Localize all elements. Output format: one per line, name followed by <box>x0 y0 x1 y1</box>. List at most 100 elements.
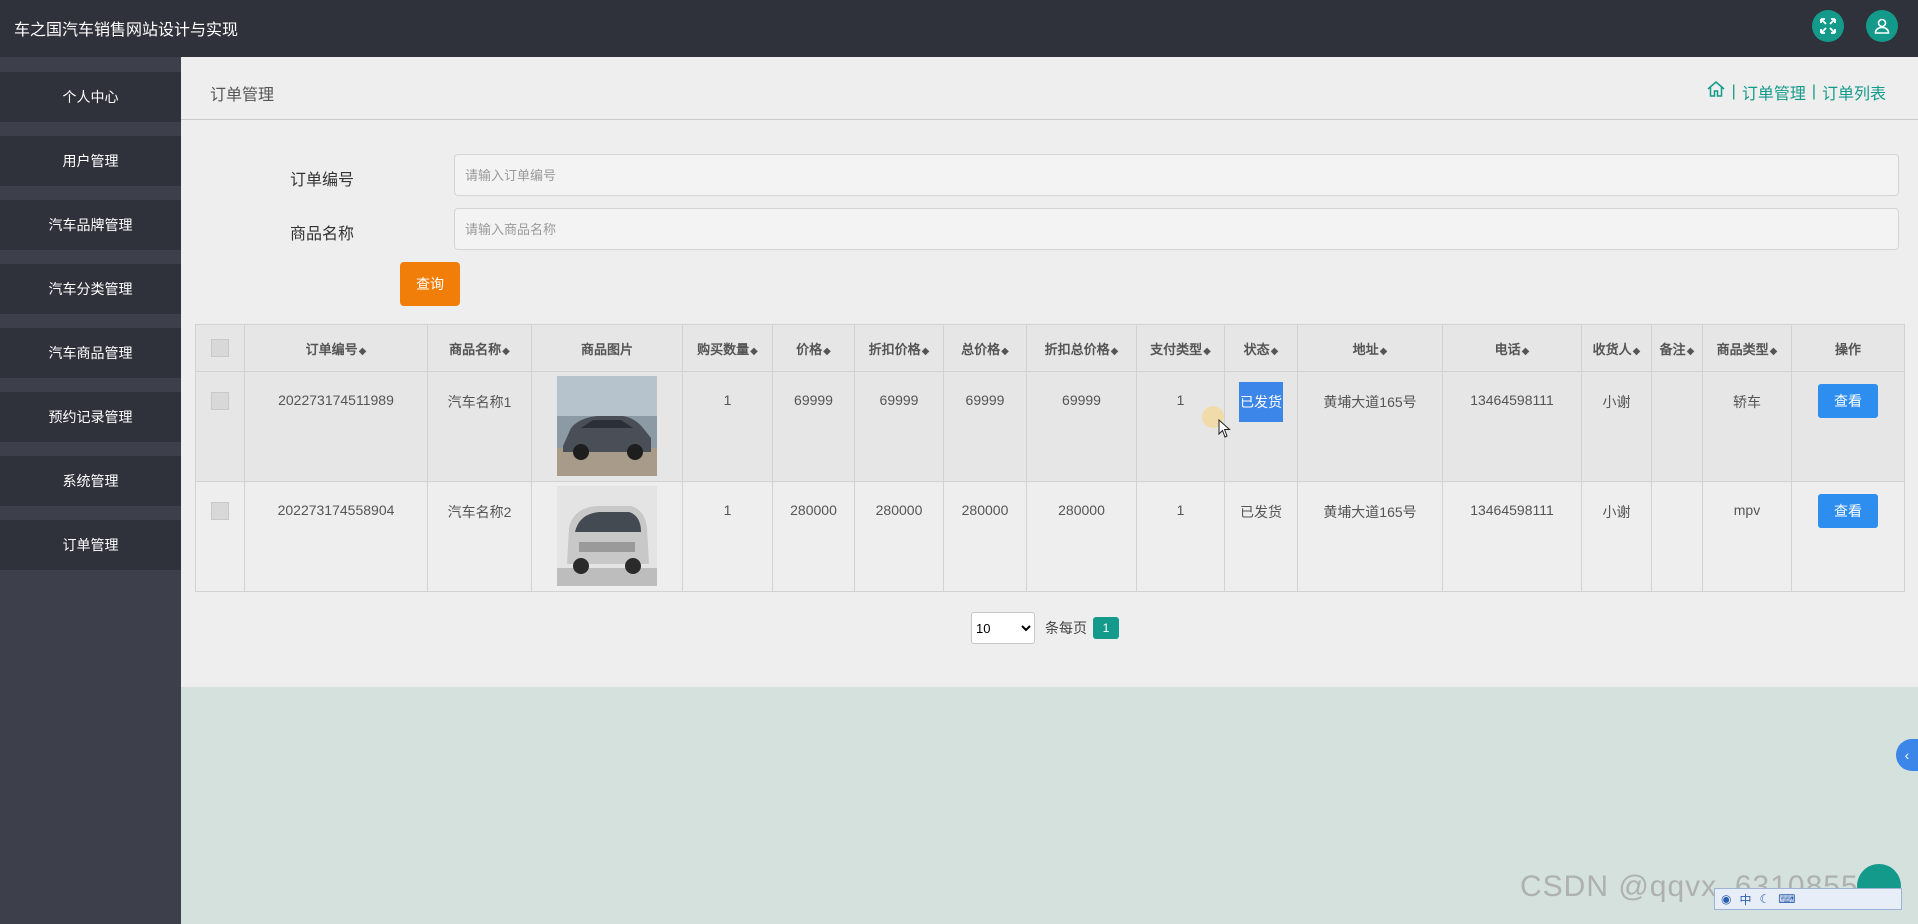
quantity-cell: 1 <box>682 371 773 482</box>
product-name-input[interactable] <box>454 208 1899 250</box>
sort-icon: ◆ <box>921 345 930 357</box>
column-header-qty[interactable]: 购买数量◆ <box>682 324 773 372</box>
per-page-label: 条每页 <box>1045 620 1087 636</box>
table-header-row: 订单编号◆ 商品名称◆ 商品图片 购买数量◆ 价格◆ 折扣价格◆ 总价格◆ 折扣… <box>195 324 1905 372</box>
product-image-cell <box>531 481 683 592</box>
total-price-cell: 280000 <box>943 481 1027 592</box>
view-button[interactable]: 查看 <box>1818 494 1878 528</box>
column-header-discount-total[interactable]: 折扣总价格◆ <box>1026 324 1137 372</box>
ime-moon-icon: ☾ <box>1759 892 1771 906</box>
column-header-phone[interactable]: 电话◆ <box>1442 324 1582 372</box>
column-header-order-no[interactable]: 订单编号◆ <box>244 324 428 372</box>
top-bar: 车之国汽车销售网站设计与实现 <box>0 0 1918 57</box>
sidebar: 个人中心 用户管理 汽车品牌管理 汽车分类管理 汽车商品管理 预约记录管理 系统… <box>0 57 181 924</box>
product-name-label: 商品名称 <box>290 226 355 243</box>
page-button-current[interactable]: 1 <box>1093 617 1119 639</box>
column-header-pay-type[interactable]: 支付类型◆ <box>1136 324 1225 372</box>
page-size-select[interactable]: 10 <box>971 612 1035 644</box>
app-title: 车之国汽车销售网站设计与实现 <box>14 22 239 39</box>
order-number-label: 订单编号 <box>290 172 355 189</box>
order-number-cell: 202273174511989 <box>244 371 428 482</box>
price-cell: 280000 <box>772 481 855 592</box>
pay-type-cell: 1 <box>1136 481 1225 592</box>
sort-icon: ◆ <box>1379 345 1388 357</box>
column-header-action: 操作 <box>1791 324 1905 372</box>
column-header-type[interactable]: 商品类型◆ <box>1702 324 1792 372</box>
sidebar-item-system[interactable]: 系统管理 <box>0 456 181 506</box>
user-icon[interactable] <box>1866 10 1898 42</box>
row-checkbox[interactable] <box>211 392 229 410</box>
note-cell <box>1651 371 1703 482</box>
ime-logo-icon: ◉ <box>1721 892 1732 906</box>
column-header-discount-price[interactable]: 折扣价格◆ <box>854 324 944 372</box>
address-cell: 黄埔大道165号 <box>1297 371 1443 482</box>
sidebar-item-label: 汽车商品管理 <box>48 345 133 361</box>
sort-icon: ◆ <box>1769 345 1778 357</box>
column-header-image: 商品图片 <box>531 324 683 372</box>
phone-cell: 13464598111 <box>1442 371 1582 482</box>
query-button[interactable]: 查询 <box>400 262 460 306</box>
car-mpv-image <box>557 486 657 586</box>
view-button[interactable]: 查看 <box>1818 384 1878 418</box>
discount-price-cell: 280000 <box>854 481 944 592</box>
price-cell: 69999 <box>772 371 855 482</box>
breadcrumb-item-orders[interactable]: 订单管理 <box>1742 80 1806 104</box>
column-header-total[interactable]: 总价格◆ <box>943 324 1027 372</box>
fullscreen-icon[interactable] <box>1812 10 1844 42</box>
sidebar-item-label: 系统管理 <box>62 473 119 489</box>
column-header-receiver[interactable]: 收货人◆ <box>1581 324 1652 372</box>
column-header-note[interactable]: 备注◆ <box>1651 324 1703 372</box>
quantity-cell: 1 <box>682 481 773 592</box>
content-panel: 订单管理 | 订单管理 | 订单列表 订单编号 商品名称 查询 <box>181 57 1918 687</box>
order-number-cell: 202273174558904 <box>244 481 428 592</box>
sort-icon: ◆ <box>502 345 510 357</box>
sidebar-item-label: 汽车品牌管理 <box>48 217 133 233</box>
column-header-price[interactable]: 价格◆ <box>772 324 855 372</box>
column-header-status[interactable]: 状态◆ <box>1224 324 1298 372</box>
pagination: 10 条每页 1 <box>971 612 1119 644</box>
discount-total-cell: 69999 <box>1026 371 1137 482</box>
ime-toolbar[interactable]: ◉ 中 ☾ ⌨ <box>1714 888 1902 910</box>
sort-icon: ◆ <box>1686 345 1695 357</box>
page-title: 订单管理 <box>210 87 275 104</box>
product-type-cell: mpv <box>1702 481 1792 592</box>
ime-keyboard-icon: ⌨ <box>1778 892 1796 906</box>
discount-price-cell: 69999 <box>854 371 944 482</box>
product-type-cell: 轿车 <box>1702 371 1792 482</box>
sidebar-item-products[interactable]: 汽车商品管理 <box>0 328 181 378</box>
note-cell <box>1651 481 1703 592</box>
action-cell: 查看 <box>1791 481 1905 592</box>
sidebar-item-categories[interactable]: 汽车分类管理 <box>0 264 181 314</box>
phone-cell: 13464598111 <box>1442 481 1582 592</box>
sort-icon: ◆ <box>1110 345 1119 357</box>
product-name-cell: 汽车名称2 <box>427 481 532 592</box>
column-header-address[interactable]: 地址◆ <box>1297 324 1443 372</box>
action-cell: 查看 <box>1791 371 1905 482</box>
breadcrumb-bar: 订单管理 | 订单管理 | 订单列表 <box>181 57 1918 120</box>
receiver-cell: 小谢 <box>1581 481 1652 592</box>
ime-mode-label: 中 <box>1739 892 1752 907</box>
status-text-selected: 已发货 <box>1239 382 1283 422</box>
sidebar-item-orders[interactable]: 订单管理 <box>0 520 181 570</box>
sidebar-item-personal-center[interactable]: 个人中心 <box>0 72 181 122</box>
breadcrumb-item-order-list: 订单列表 <box>1821 85 1886 103</box>
home-icon[interactable] <box>1706 79 1726 104</box>
sort-icon: ◆ <box>750 345 758 357</box>
sort-icon: ◆ <box>1632 345 1641 357</box>
column-header-name[interactable]: 商品名称◆ <box>427 324 532 372</box>
order-number-input[interactable] <box>454 154 1899 196</box>
sidebar-item-brands[interactable]: 汽车品牌管理 <box>0 200 181 250</box>
sidebar-item-users[interactable]: 用户管理 <box>0 136 181 186</box>
sort-icon: ◆ <box>1001 345 1009 357</box>
total-price-cell: 69999 <box>943 371 1027 482</box>
receiver-cell: 小谢 <box>1581 371 1652 482</box>
row-checkbox[interactable] <box>211 502 229 520</box>
select-all-checkbox[interactable] <box>211 338 229 357</box>
sort-icon: ◆ <box>1521 345 1530 357</box>
sort-icon: ◆ <box>1203 345 1211 357</box>
sort-icon: ◆ <box>823 345 831 357</box>
sidebar-item-label: 个人中心 <box>62 89 119 105</box>
sidebar-item-reservations[interactable]: 预约记录管理 <box>0 392 181 442</box>
sidebar-item-label: 订单管理 <box>62 537 119 553</box>
main-content: 订单管理 | 订单管理 | 订单列表 订单编号 商品名称 查询 <box>181 57 1918 924</box>
